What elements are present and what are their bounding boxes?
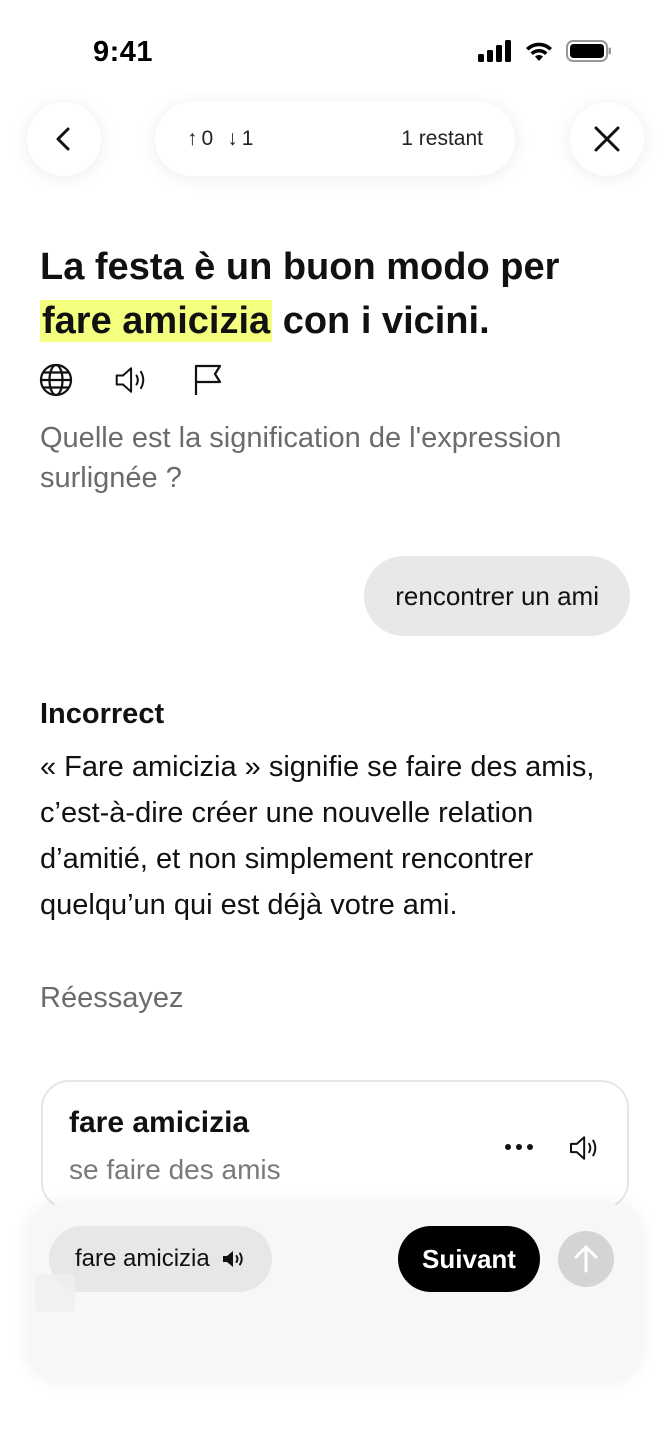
- vocab-definition: se faire des amis: [69, 1154, 281, 1185]
- cellular-signal-icon: [478, 40, 511, 62]
- progress-pill: ↑ 0 ↓ 1 1 restant: [155, 102, 515, 176]
- arrow-up-icon: ↑: [187, 127, 198, 150]
- correct-counter: ↑ 0: [187, 127, 213, 151]
- battery-icon: [566, 40, 611, 62]
- arrow-up-icon: [574, 1245, 598, 1273]
- send-button[interactable]: [558, 1231, 614, 1287]
- more-dots-icon[interactable]: [501, 1132, 537, 1162]
- vocab-audio-button[interactable]: [565, 1128, 605, 1168]
- arrow-down-icon: ↓: [227, 127, 238, 150]
- incorrect-counter: ↓ 1: [227, 127, 253, 151]
- report-button[interactable]: [190, 362, 226, 398]
- question-prompt: Quelle est la signification de l'express…: [40, 422, 562, 494]
- correct-count: 0: [201, 127, 214, 150]
- vocab-card[interactable]: fare amicizia se faire des amis: [41, 1080, 629, 1210]
- wifi-icon: [526, 42, 552, 61]
- user-answer-bubble: rencontrer un ami: [364, 556, 630, 636]
- sentence-after: con i vicini.: [272, 300, 490, 342]
- vocab-term: fare amicizia: [69, 1106, 250, 1139]
- feedback-title: Incorrect: [40, 698, 165, 730]
- back-button[interactable]: [27, 102, 101, 176]
- remaining-count: 1 restant: [401, 127, 483, 150]
- sentence-before: La festa è un buon modo per: [40, 246, 560, 288]
- sentence-tools: [38, 362, 226, 398]
- status-icons: [478, 40, 612, 62]
- speaker-filled-icon: [222, 1251, 243, 1267]
- flag-icon: [194, 364, 222, 395]
- incorrect-count: 1: [241, 127, 254, 150]
- translate-button[interactable]: [38, 362, 74, 398]
- speaker-icon: [115, 367, 145, 393]
- globe-icon: [39, 363, 73, 397]
- exercise-sentence: La festa è un buon modo per fare amicizi…: [40, 240, 640, 348]
- faded-placeholder: [35, 1274, 75, 1312]
- status-time: 9:41: [93, 36, 154, 68]
- audio-button[interactable]: [114, 362, 150, 398]
- chevron-left-icon: [56, 127, 70, 151]
- feedback-explanation: « Fare amicizia » signifie se faire des …: [40, 751, 595, 921]
- status-bar: 9:41: [0, 0, 670, 100]
- phrase-chip-label: fare amicizia: [75, 1245, 210, 1272]
- close-button[interactable]: [570, 102, 644, 176]
- next-button[interactable]: Suivant: [398, 1226, 540, 1292]
- close-icon: [594, 126, 620, 152]
- bottom-action-sheet: fare amicizia Suivant: [27, 1204, 643, 1384]
- speaker-icon: [570, 1136, 597, 1160]
- phrase-chip[interactable]: fare amicizia: [49, 1226, 272, 1292]
- retry-label: Réessayez: [40, 982, 184, 1014]
- highlighted-phrase[interactable]: fare amicizia: [40, 300, 273, 342]
